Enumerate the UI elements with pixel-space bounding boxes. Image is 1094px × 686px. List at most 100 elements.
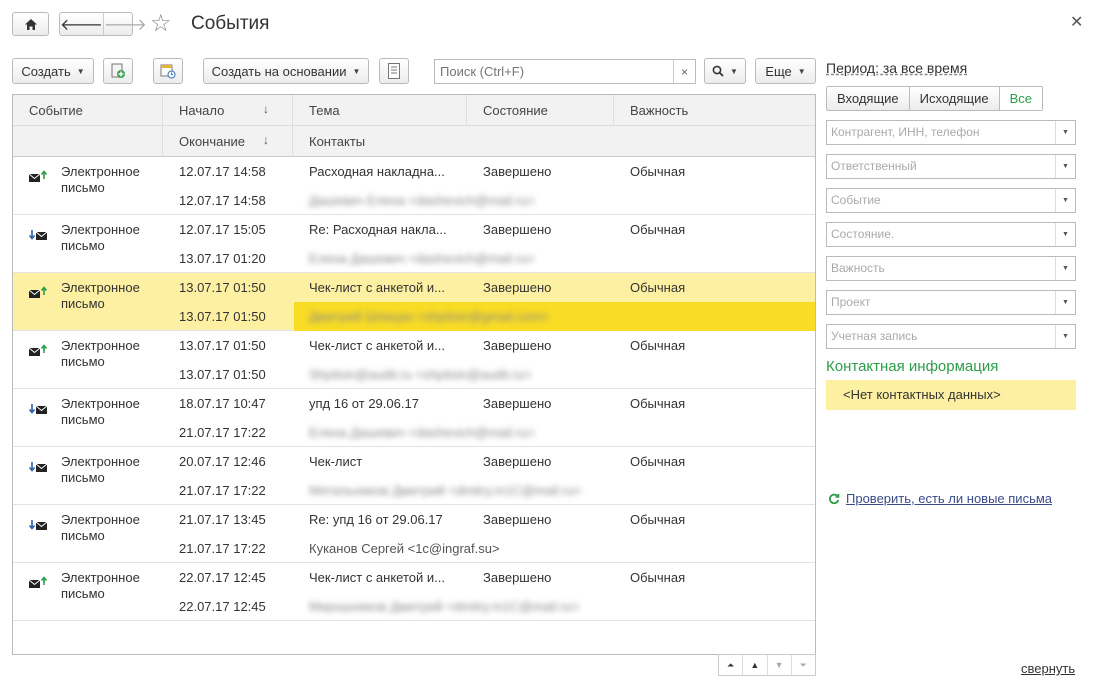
table-row[interactable]: Электронное письмо 18.07.17 10:47 21.07.17… — [13, 389, 815, 447]
schedule-button[interactable] — [153, 58, 183, 84]
direction-switch: Входящие Исходящие Все — [826, 86, 1044, 111]
filter-field[interactable]: Контрагент, ИНН, телефон ▼ — [826, 120, 1076, 145]
importance: Обычная — [630, 396, 686, 411]
state: Завершено — [483, 338, 552, 353]
close-icon[interactable]: ✕ — [1070, 12, 1083, 32]
state: Завершено — [483, 396, 552, 411]
tab-outgoing[interactable]: Исходящие — [908, 87, 999, 110]
importance: Обычная — [630, 570, 686, 585]
event-type: Электронное письмо — [61, 222, 140, 253]
filter-field[interactable]: Состояние. ▼ — [826, 222, 1076, 247]
dropdown-arrow-icon[interactable]: ▼ — [1055, 257, 1075, 280]
search-input[interactable] — [435, 60, 673, 83]
incoming-mail-icon — [27, 518, 49, 532]
filter-placeholder[interactable]: Важность — [827, 257, 1055, 280]
create-button[interactable]: Создать ▼ — [12, 58, 94, 84]
more-button[interactable]: Еще ▼ — [755, 58, 816, 84]
filter-placeholder[interactable]: Состояние. — [827, 223, 1055, 246]
report-button[interactable] — [379, 58, 409, 84]
back-button[interactable]: 🡐 — [60, 13, 103, 35]
event-type: Электронное письмо — [61, 280, 140, 311]
event-type: Электронное письмо — [61, 396, 140, 427]
start-time: 22.07.17 12:45 — [179, 570, 266, 585]
dropdown-arrow-icon: ▼ — [730, 66, 738, 76]
create-based-on-button[interactable]: Создать на основании ▼ — [203, 58, 369, 84]
dropdown-arrow-icon[interactable]: ▼ — [1055, 155, 1075, 178]
column-header-state[interactable]: Состояние — [467, 95, 548, 126]
table-row[interactable]: Электронное письмо 13.07.17 01:50 13.07.17… — [13, 331, 815, 389]
home-icon — [24, 18, 37, 30]
outgoing-mail-icon — [27, 576, 49, 590]
collapse-panel-link[interactable]: свернуть — [1021, 661, 1075, 676]
table-row[interactable]: Электронное письмо 12.07.17 14:58 12.07.17… — [13, 157, 815, 215]
dropdown-arrow-icon[interactable]: ▼ — [1055, 291, 1075, 314]
create-label: Создать — [21, 63, 71, 79]
start-time: 12.07.17 14:58 — [179, 164, 266, 179]
tab-incoming[interactable]: Входящие — [827, 87, 909, 110]
subject: Чек-лист с анкетой и... — [309, 570, 445, 585]
dropdown-arrow-icon[interactable]: ▼ — [1055, 325, 1075, 348]
scroll-last-icon[interactable]: ⏷ — [790, 655, 815, 675]
end-time: 21.07.17 17:22 — [179, 483, 266, 498]
filter-field[interactable]: Ответственный ▼ — [826, 154, 1076, 179]
filter-placeholder[interactable]: Контрагент, ИНН, телефон — [827, 121, 1055, 144]
dropdown-arrow-icon[interactable]: ▼ — [1055, 121, 1075, 144]
scroll-next-icon[interactable]: ▼ — [766, 655, 791, 675]
filter-field[interactable]: Проект ▼ — [826, 290, 1076, 315]
column-header-subject[interactable]: Тема — [293, 95, 340, 126]
incoming-mail-icon — [27, 402, 49, 416]
event-type: Электронное письмо — [61, 454, 140, 485]
filter-placeholder[interactable]: Учетная запись — [827, 325, 1055, 348]
filter-placeholder[interactable]: Проект — [827, 291, 1055, 314]
contact: Метальников Дмитрий <dmitry.m1C@mail.ru> — [309, 483, 582, 498]
dropdown-arrow-icon: ▼ — [797, 66, 806, 76]
start-time: 13.07.17 01:50 — [179, 280, 266, 295]
filter-field[interactable]: Событие ▼ — [826, 188, 1076, 213]
contact-info-empty: <Нет контактных данных> — [826, 380, 1076, 410]
check-new-mail[interactable]: Проверить, есть ли новые письма — [828, 491, 1052, 506]
event-type: Электронное письмо — [61, 338, 140, 369]
period-selector-link[interactable]: Период: за все время — [826, 60, 967, 76]
home-button[interactable] — [12, 12, 49, 36]
forward-button[interactable]: 🡒 — [102, 13, 147, 35]
filter-placeholder[interactable]: Ответственный — [827, 155, 1055, 178]
tab-all[interactable]: Все — [998, 87, 1043, 110]
subject: Чек-лист — [309, 454, 363, 469]
outgoing-mail-icon — [27, 170, 49, 184]
filter-field[interactable]: Учетная запись ▼ — [826, 324, 1076, 349]
dropdown-arrow-icon[interactable]: ▼ — [1055, 189, 1075, 212]
filter-placeholder[interactable]: Событие — [827, 189, 1055, 212]
end-time: 12.07.17 14:58 — [179, 193, 266, 208]
table-row[interactable]: Электронное письмо 20.07.17 12:46 21.07.17… — [13, 447, 815, 505]
column-header-end[interactable]: Окончание — [163, 126, 245, 157]
column-header-contacts[interactable]: Контакты — [293, 126, 365, 157]
column-header-start[interactable]: Начало — [163, 95, 224, 126]
clear-search-icon[interactable]: × — [673, 60, 695, 83]
end-time: 13.07.17 01:50 — [179, 309, 266, 324]
add-document-icon — [111, 63, 125, 78]
scroll-prev-icon[interactable]: ▲ — [742, 655, 766, 675]
dropdown-arrow-icon: ▼ — [76, 66, 85, 76]
add-from-file-button[interactable] — [103, 58, 133, 84]
refresh-icon — [828, 493, 840, 504]
document-list-icon — [388, 63, 400, 79]
sort-down-icon: ↓ — [263, 133, 269, 147]
search-options-button[interactable]: ▼ — [704, 58, 746, 84]
table-row[interactable]: Электронное письмо 22.07.17 12:45 22.07.17… — [13, 563, 815, 621]
dropdown-arrow-icon: ▼ — [352, 66, 361, 76]
table-row[interactable]: Электронное письмо 12.07.17 15:05 13.07.17… — [13, 215, 815, 273]
column-header-event[interactable]: Событие — [13, 95, 83, 126]
contact: Мирошников Дмитрий <dmitry.m1C@mail.ru> — [309, 599, 580, 614]
check-new-mail-link[interactable]: Проверить, есть ли новые письма — [846, 491, 1052, 506]
filter-field[interactable]: Важность ▼ — [826, 256, 1076, 281]
importance: Обычная — [630, 222, 686, 237]
importance: Обычная — [630, 512, 686, 527]
table-row[interactable]: Электронное письмо 21.07.17 13:45 21.07.17… — [13, 505, 815, 563]
scroll-first-icon[interactable]: ⏶ — [719, 655, 742, 675]
favorite-star-icon[interactable]: ☆ — [150, 12, 172, 36]
table-row[interactable]: Электронное письмо 13.07.17 01:50 13.07.17… — [13, 273, 815, 331]
column-header-importance[interactable]: Важность — [614, 95, 688, 126]
dropdown-arrow-icon[interactable]: ▼ — [1055, 223, 1075, 246]
events-table: Событие Начало ↓ Тема Состояние Важность… — [12, 94, 816, 655]
state: Завершено — [483, 164, 552, 179]
